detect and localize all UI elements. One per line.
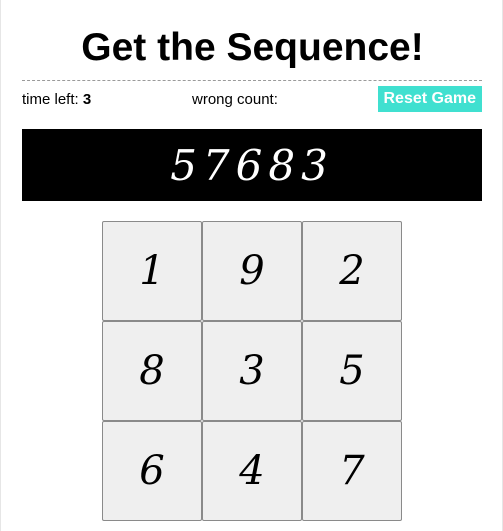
- reset-game-button[interactable]: Reset Game: [377, 86, 482, 112]
- key-9[interactable]: 9: [202, 221, 302, 321]
- game-frame: Get the Sequence! time left: 3 wrong cou…: [0, 0, 503, 531]
- status-bar: time left: 3 wrong count: Reset Game: [22, 86, 482, 114]
- time-left-value: 3: [82, 91, 92, 108]
- key-8[interactable]: 8: [102, 321, 202, 421]
- wrong-count: wrong count:: [192, 91, 278, 109]
- key-4[interactable]: 4: [202, 421, 302, 521]
- sequence-display: 57683: [22, 129, 482, 201]
- key-5[interactable]: 5: [302, 321, 402, 421]
- time-left-label: time left:: [22, 91, 79, 108]
- keypad: 1 9 2 8 3 5 6 4 7: [102, 221, 402, 521]
- key-6[interactable]: 6: [102, 421, 202, 521]
- key-2[interactable]: 2: [302, 221, 402, 321]
- time-left: time left: 3: [22, 91, 91, 109]
- page-title: Get the Sequence!: [81, 26, 424, 69]
- key-1[interactable]: 1: [102, 221, 202, 321]
- divider: [22, 80, 482, 81]
- key-3[interactable]: 3: [202, 321, 302, 421]
- wrong-count-label: wrong count:: [192, 91, 278, 108]
- key-7[interactable]: 7: [302, 421, 402, 521]
